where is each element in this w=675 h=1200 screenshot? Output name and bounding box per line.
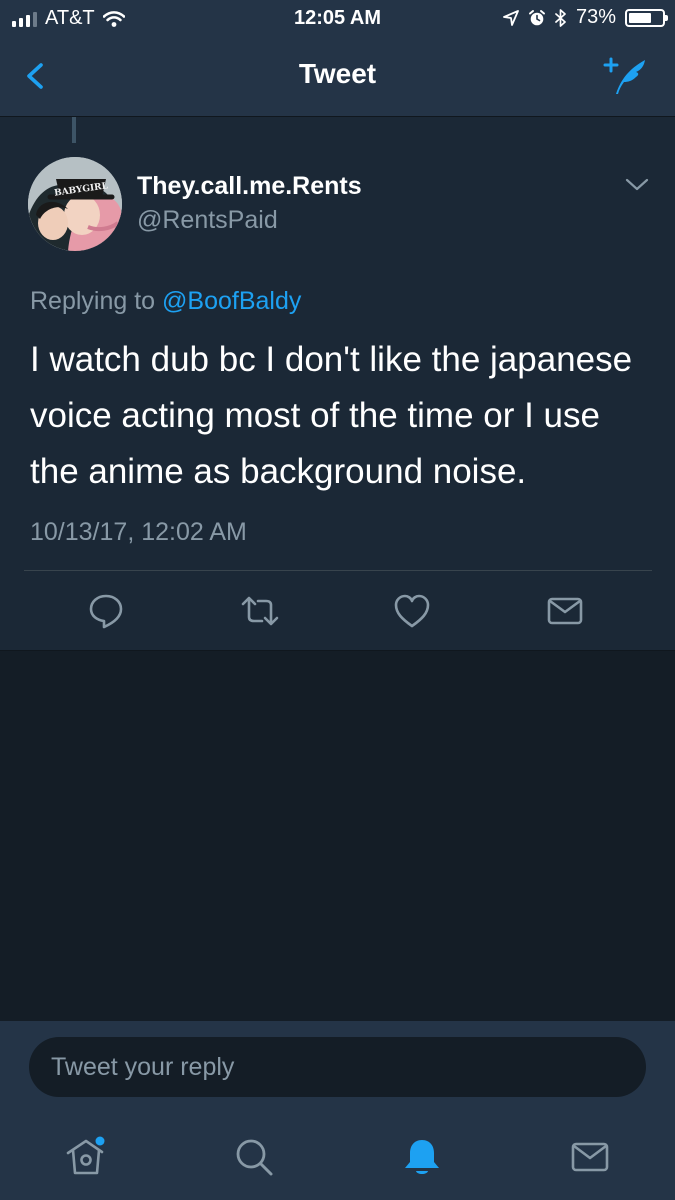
replying-to: Replying to @BoofBaldy [30, 287, 301, 316]
replying-to-link[interactable]: @BoofBaldy [162, 287, 301, 315]
compose-tweet-icon [603, 57, 645, 94]
tweet-timestamp: 10/13/17, 12:02 AM [30, 518, 247, 546]
tab-messages[interactable] [568, 1135, 612, 1179]
like-icon [394, 594, 430, 628]
direct-message-icon [547, 597, 583, 625]
tweet-text: I watch dub bc I don't like the japanese… [30, 340, 633, 491]
home-icon [66, 1136, 105, 1175]
compose-tweet-button[interactable] [603, 54, 651, 98]
direct-message-button[interactable] [545, 591, 585, 631]
user-handle[interactable]: @RentsPaid [137, 206, 278, 235]
search-icon [236, 1139, 273, 1176]
messages-icon [571, 1142, 609, 1172]
tab-home[interactable] [64, 1135, 108, 1179]
page-title: Tweet [298, 58, 377, 89]
home-notification-dot [95, 1136, 105, 1146]
notifications-icon [405, 1140, 439, 1174]
retweet-icon [241, 596, 279, 626]
thread-line [72, 117, 76, 143]
tab-bar [0, 1117, 675, 1200]
avatar-image: BABYGIRL [28, 157, 122, 251]
location-arrow-icon [503, 9, 519, 26]
avatar[interactable]: BABYGIRL [28, 157, 122, 251]
replying-prefix: Replying to [30, 287, 156, 315]
tweet-detail: BABYGIRL They.call.me.Rents @RentsPaid R… [0, 117, 675, 651]
reply-bar [0, 1021, 675, 1117]
status-bar: AT&T 12:05 AM 73% [0, 0, 675, 38]
battery-percent: 73% [575, 6, 616, 28]
divider [24, 570, 652, 571]
tweet-menu-button[interactable] [625, 177, 649, 193]
tab-search[interactable] [232, 1135, 276, 1179]
reply-input[interactable] [29, 1037, 646, 1097]
battery-icon [625, 8, 668, 27]
retweet-button[interactable] [240, 591, 280, 631]
alarm-icon [528, 9, 545, 25]
reply-icon [89, 594, 123, 629]
status-right: 73% [503, 6, 668, 29]
display-name[interactable]: They.call.me.Rents [137, 172, 362, 201]
tab-notifications[interactable] [400, 1135, 444, 1179]
chevron-down-icon [625, 178, 649, 191]
nav-bar: Tweet [0, 38, 675, 117]
bluetooth-icon [555, 8, 566, 27]
like-button[interactable] [392, 591, 432, 631]
reply-button[interactable] [86, 591, 126, 631]
